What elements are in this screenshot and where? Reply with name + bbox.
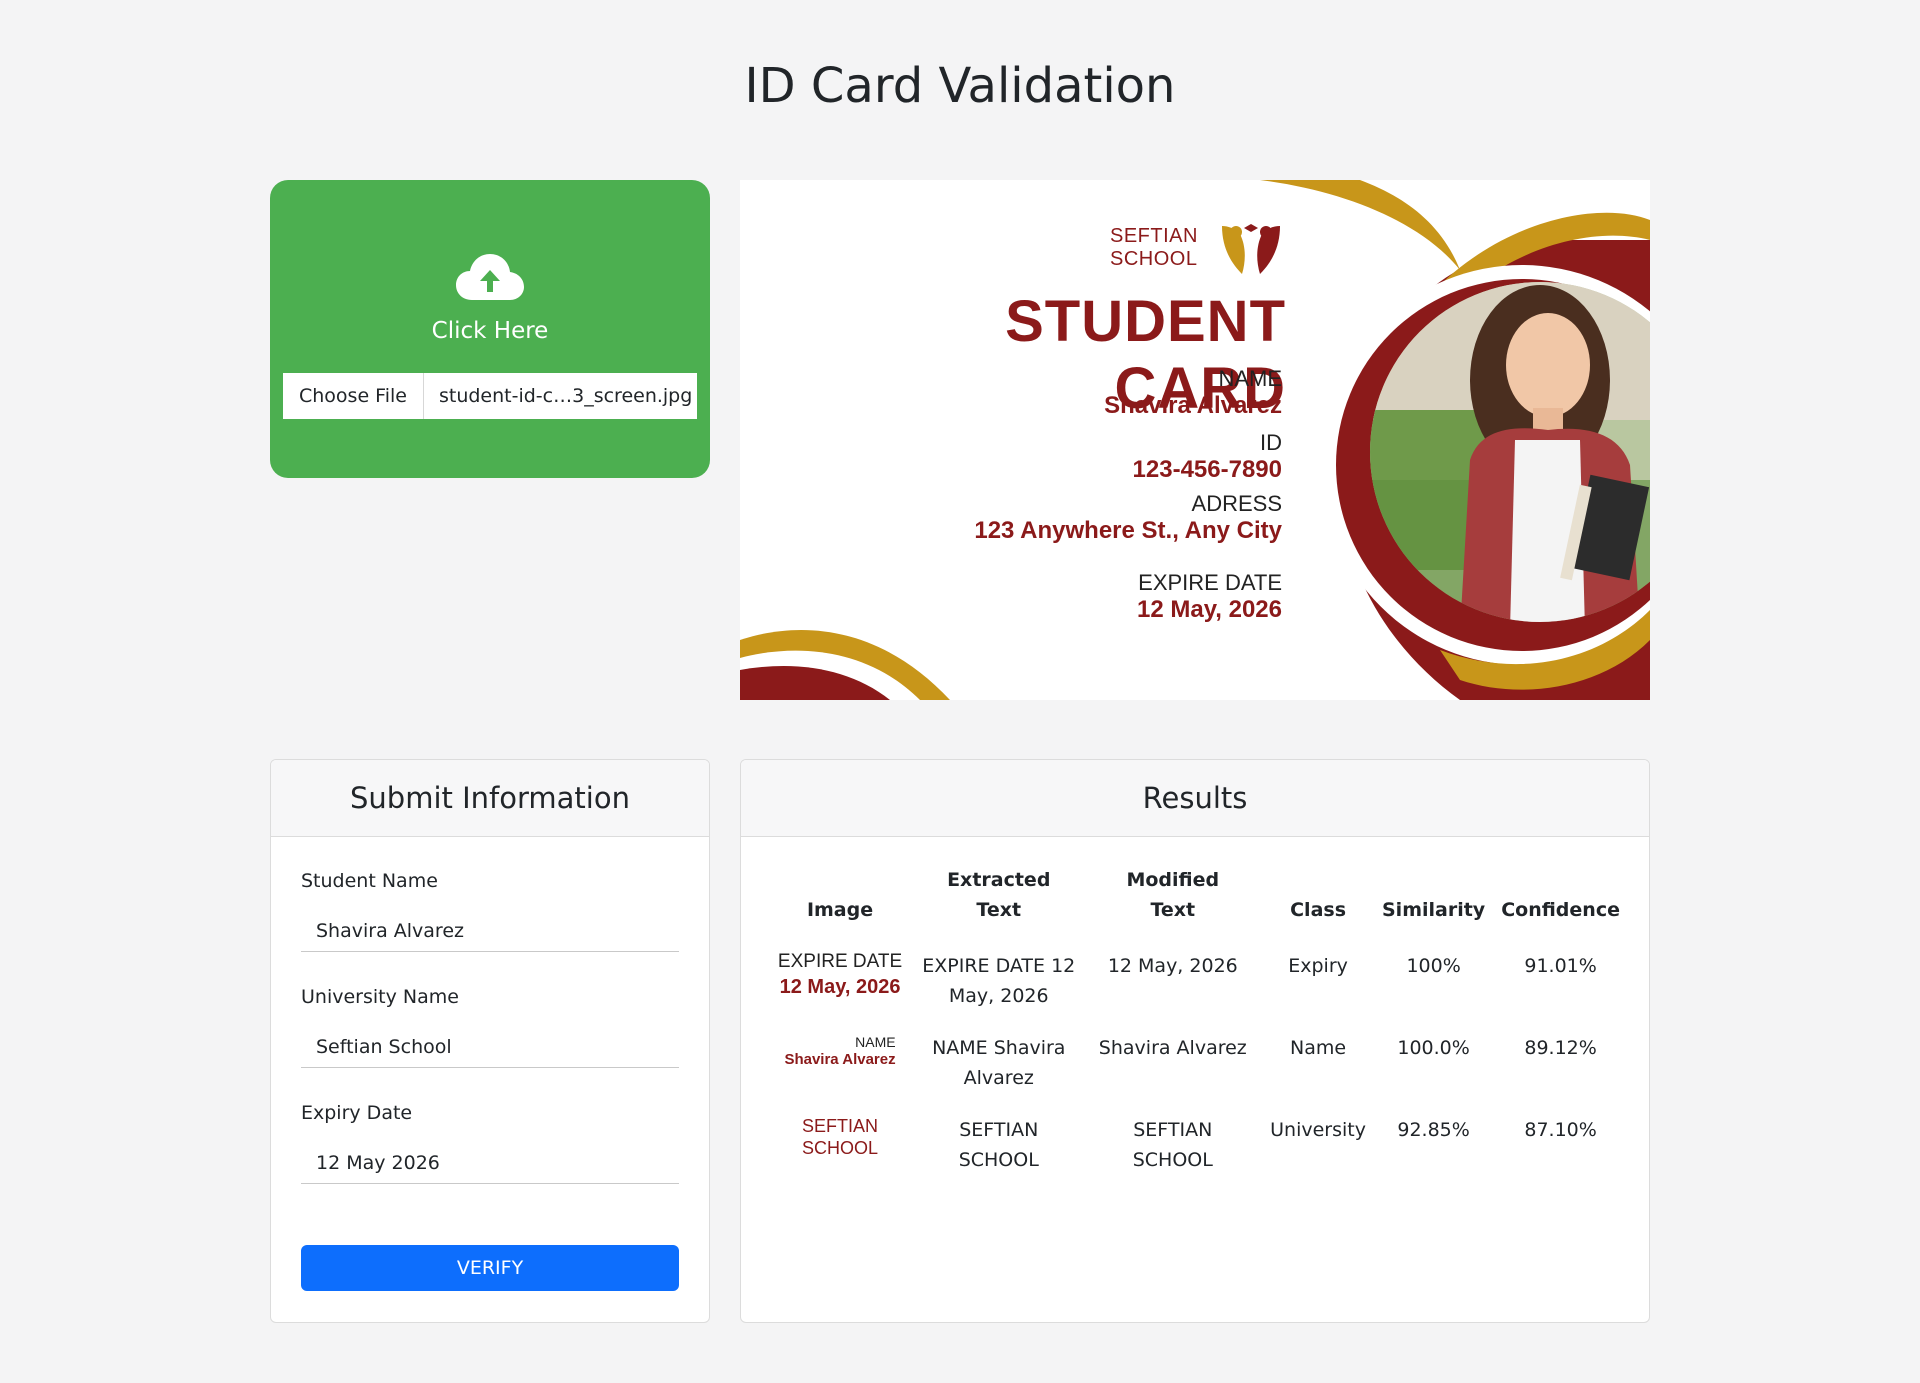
- row-class: Expiry: [1288, 955, 1348, 977]
- id-card-preview: SEFTIAN SCHOOL STUDENT CARD NAME Shavira…: [740, 180, 1650, 700]
- card-id-field: ID 123-456-7890: [1133, 430, 1282, 484]
- table-row: EXPIRE DATE 12 May, 2026 EXPIRE DATE 12 …: [766, 943, 1628, 1025]
- results-table: Image Extracted Text Modified Text Class…: [766, 865, 1628, 1189]
- university-name-label: University Name: [301, 986, 459, 1008]
- card-expire-field: EXPIRE DATE 12 May, 2026: [1137, 570, 1282, 624]
- row-image-crop: SEFTIAN SCHOOL: [766, 1107, 914, 1189]
- row-similarity: 92.85%: [1397, 1119, 1470, 1141]
- row-confidence: 87.10%: [1524, 1119, 1597, 1141]
- results-panel-header: Results: [741, 760, 1649, 837]
- university-name-group: University Name: [301, 986, 681, 1068]
- student-name-input[interactable]: [301, 910, 679, 952]
- expiry-date-input[interactable]: [301, 1142, 679, 1184]
- choose-file-button[interactable]: Choose File: [283, 373, 424, 419]
- crop-value: Shavira Alvarez: [784, 1051, 896, 1068]
- row-modified-text: SEFTIAN SCHOOL: [1132, 1119, 1213, 1171]
- submit-panel: Submit Information Student Name Universi…: [270, 759, 710, 1323]
- row-similarity: 100.0%: [1397, 1037, 1470, 1059]
- expire-crop-image: EXPIRE DATE 12 May, 2026: [774, 951, 906, 1001]
- crop-label: NAME: [855, 1034, 896, 1050]
- row-extracted-text: NAME Shavira Alvarez: [932, 1037, 1066, 1089]
- crop-label: EXPIRE DATE: [777, 951, 903, 972]
- card-address-value: 123 Anywhere St., Any City: [974, 517, 1282, 544]
- col-similarity: Similarity: [1382, 899, 1486, 921]
- card-school-line1: SEFTIAN: [1110, 225, 1198, 247]
- expiry-date-label: Expiry Date: [301, 1102, 413, 1124]
- upload-dropzone[interactable]: Click Here Choose File student-id-c…3_sc…: [270, 180, 710, 478]
- col-modified-text: Modified Text: [1126, 869, 1220, 921]
- upload-label[interactable]: Click Here: [270, 318, 710, 344]
- school-crop-image: SEFTIAN SCHOOL: [774, 1115, 906, 1159]
- card-school-line2: SCHOOL: [1110, 248, 1198, 270]
- name-crop-image: NAME Shavira Alvarez: [784, 1033, 895, 1069]
- col-class: Class: [1290, 899, 1347, 921]
- table-row: SEFTIAN SCHOOL SEFTIAN SCHOOL SEFTIAN SC…: [766, 1107, 1628, 1189]
- row-image-crop: NAME Shavira Alvarez: [766, 1025, 914, 1107]
- school-logo-icon: [1222, 224, 1280, 274]
- row-confidence: 89.12%: [1524, 1037, 1597, 1059]
- expiry-date-group: Expiry Date: [301, 1102, 681, 1184]
- card-name-label: NAME: [1218, 366, 1282, 391]
- crop-value: SCHOOL: [802, 1138, 879, 1158]
- table-row: NAME Shavira Alvarez NAME Shavira Alvare…: [766, 1025, 1628, 1107]
- row-class: University: [1270, 1119, 1366, 1141]
- row-class: Name: [1290, 1037, 1347, 1059]
- card-id-label: ID: [1260, 430, 1282, 455]
- university-name-input[interactable]: [301, 1026, 679, 1068]
- card-expire-label: EXPIRE DATE: [1138, 570, 1282, 595]
- card-address-field: ADRESS 123 Anywhere St., Any City: [974, 491, 1282, 545]
- verify-button[interactable]: VERIFY: [301, 1245, 679, 1291]
- file-input[interactable]: Choose File student-id-c…3_screen.jpg: [283, 373, 697, 419]
- col-extracted-text: Extracted Text: [947, 869, 1051, 921]
- results-header-row: Image Extracted Text Modified Text Class…: [766, 865, 1628, 943]
- cloud-upload-icon: [456, 254, 524, 300]
- card-school-name: SEFTIAN SCHOOL: [1110, 225, 1198, 271]
- card-name-field: NAME Shavira Alvarez: [1104, 366, 1282, 420]
- submit-panel-header: Submit Information: [271, 760, 709, 837]
- col-confidence: Confidence: [1501, 899, 1620, 921]
- row-extracted-text: SEFTIAN SCHOOL: [958, 1119, 1039, 1171]
- card-id-value: 123-456-7890: [1132, 456, 1282, 483]
- row-confidence: 91.01%: [1524, 955, 1597, 977]
- row-modified-text: 12 May, 2026: [1107, 955, 1238, 977]
- student-name-group: Student Name: [301, 870, 681, 952]
- card-expire-value: 12 May, 2026: [1137, 596, 1282, 623]
- card-address-label: ADRESS: [1191, 491, 1282, 516]
- row-modified-text: Shavira Alvarez: [1098, 1037, 1247, 1059]
- results-panel: Results Image Extracted Text Modified Te…: [740, 759, 1650, 1323]
- page-title: ID Card Validation: [744, 58, 1176, 114]
- col-image: Image: [806, 899, 874, 921]
- selected-file-name: student-id-c…3_screen.jpg: [438, 385, 693, 407]
- card-name-value: Shavira Alvarez: [1104, 392, 1282, 419]
- crop-value: 12 May, 2026: [779, 976, 901, 998]
- crop-label: SEFTIAN: [802, 1116, 879, 1136]
- student-name-label: Student Name: [301, 870, 438, 892]
- row-extracted-text: EXPIRE DATE 12 May, 2026: [922, 955, 1076, 1007]
- row-image-crop: EXPIRE DATE 12 May, 2026: [766, 943, 914, 1025]
- row-similarity: 100%: [1406, 955, 1461, 977]
